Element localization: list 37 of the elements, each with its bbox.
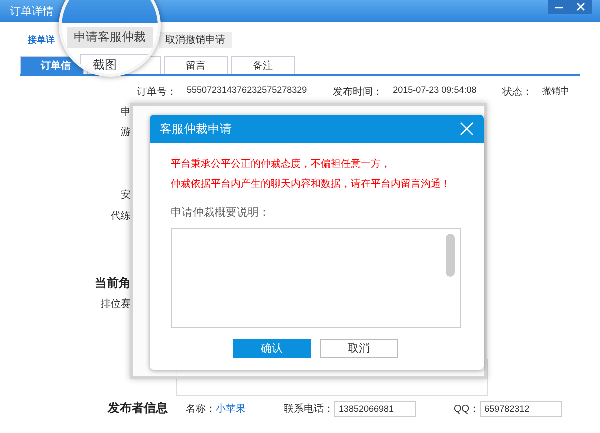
field-label: 联系电话： xyxy=(284,402,334,416)
field-label: 发布时间： xyxy=(333,86,384,99)
tab[interactable]: 备注 xyxy=(231,56,295,74)
field-label: 安 xyxy=(121,189,131,203)
name-link[interactable]: 小苹果 xyxy=(216,402,246,416)
dialog-title: 客服仲裁申请 xyxy=(160,120,232,138)
section-heading: 发布者信息 xyxy=(108,400,168,417)
input-field[interactable]: 659782312 xyxy=(480,400,562,416)
arbitration-button[interactable]: 申请客服仲裁 xyxy=(67,27,153,48)
field-value: 555072314376232575278329 xyxy=(187,85,308,97)
close-button[interactable] xyxy=(460,122,474,136)
field-label: 申请仲裁概要说明： xyxy=(171,206,271,220)
field-label: 申 xyxy=(121,106,131,120)
field-label: 排位赛 xyxy=(101,298,131,312)
minimize-button[interactable] xyxy=(548,0,570,14)
field-label: 游 xyxy=(121,126,131,140)
field-label: QQ： xyxy=(454,402,480,416)
scrollbar-thumb[interactable] xyxy=(446,234,455,277)
field-label: 状态： xyxy=(502,86,533,99)
cancel-revoke-button[interactable]: 取消撤销申请 xyxy=(159,32,232,48)
section-heading: 当前角 xyxy=(95,276,131,290)
tab[interactable]: 订单信 xyxy=(20,56,84,74)
input-field[interactable]: 13852066981 xyxy=(334,400,416,416)
close-icon xyxy=(460,122,474,136)
field-label: 订单号： xyxy=(137,86,177,99)
field-value: 2015-07-23 09:54:08 xyxy=(393,85,477,97)
field-value: 撤销中 xyxy=(542,85,570,98)
nav-link[interactable]: 接单详 xyxy=(28,34,55,46)
field-label: 代练 xyxy=(111,210,131,224)
cancel-button[interactable]: 取消 xyxy=(320,339,398,358)
close-button[interactable] xyxy=(570,0,592,14)
field-label: 名称： xyxy=(186,402,216,416)
warning-text: 平台秉承公平公正的仲裁态度，不偏袒任意一方， xyxy=(171,158,391,172)
close-icon xyxy=(576,2,586,12)
warning-text: 仲裁依据平台内产生的聊天内容和数据，请在平台内留言沟通！ xyxy=(171,178,451,192)
window-title: 订单详情 xyxy=(10,4,54,18)
tab[interactable]: 留言 xyxy=(164,56,228,74)
